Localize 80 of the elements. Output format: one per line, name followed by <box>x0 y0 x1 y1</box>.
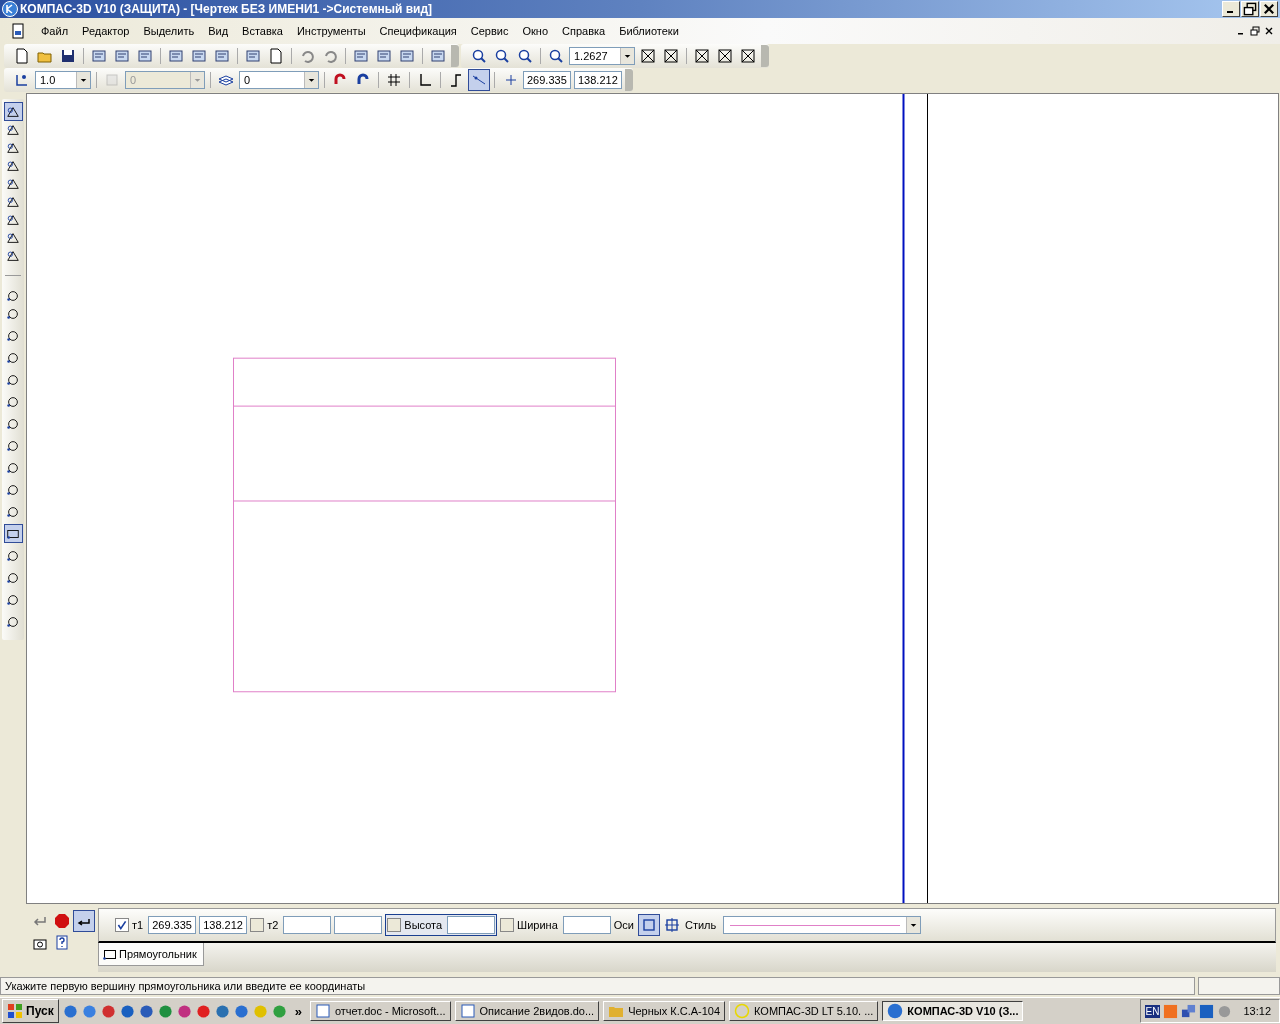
menu-item[interactable]: Инструменты <box>289 25 373 37</box>
quick-launch-icon[interactable] <box>100 1003 116 1019</box>
y-coordinate-field[interactable]: 138.212 <box>574 71 622 89</box>
width-field[interactable] <box>562 916 611 934</box>
taskbar-button[interactable]: Описание 2видов.do... <box>454 1001 600 1021</box>
view-field: 0 <box>125 71 205 89</box>
close-icon <box>1261 2 1277 16</box>
x-field[interactable]: 269.335 <box>148 916 197 934</box>
menu-item[interactable]: Вид <box>201 25 236 37</box>
quick-launch-icon[interactable] <box>157 1003 173 1019</box>
with-axes-icon[interactable] <box>662 915 682 935</box>
document-icon <box>314 1003 331 1019</box>
y-field[interactable] <box>334 916 383 934</box>
quick-launch-icon[interactable] <box>62 1003 78 1019</box>
y-field[interactable]: 138.212 <box>199 916 248 934</box>
snap-icon[interactable] <box>469 70 489 90</box>
menu-item[interactable]: Файл <box>34 25 76 37</box>
x-field[interactable] <box>283 916 332 934</box>
width-label: Ширина <box>517 919 558 931</box>
rectangle-icon[interactable] <box>4 525 22 542</box>
step-field[interactable]: 1.0 <box>35 71 91 89</box>
tray-icon[interactable] <box>1199 1003 1215 1019</box>
menu-item[interactable]: Окно <box>515 25 555 37</box>
minimize-icon <box>1227 11 1233 13</box>
taskbar-button[interactable]: КОМПАС-3D V10 (З... <box>882 1001 1024 1021</box>
restore-button[interactable] <box>1241 1 1259 17</box>
taskbar-button[interactable]: Черных К.С.А-104 <box>603 1001 726 1021</box>
quick-launch-icon[interactable] <box>176 1003 192 1019</box>
zoom-field[interactable]: 1.2627 <box>569 47 635 65</box>
point-2-checkbox[interactable] <box>250 918 265 932</box>
rectangle-icon <box>103 948 117 960</box>
height-label: Высота <box>404 919 443 931</box>
auto-create-icon[interactable] <box>74 911 94 931</box>
no-axes-icon[interactable] <box>639 915 659 935</box>
menu-item[interactable]: Справка <box>555 25 613 37</box>
height-checkbox[interactable] <box>387 918 402 932</box>
status-bar: Укажите первую вершину прямоугольника или введите ее координаты <box>0 977 1195 995</box>
stop-icon[interactable] <box>52 911 72 931</box>
close-button[interactable] <box>1260 1 1278 17</box>
window-title: КОМПАС-3D V10 (ЗАЩИТА) - [Чертеж БЕЗ ИМЕНИ1 ->Системный вид] <box>20 2 433 16</box>
menu-item[interactable]: Спецификация <box>372 25 464 37</box>
geometry-icon[interactable] <box>4 103 22 120</box>
network-icon[interactable] <box>1181 1003 1197 1019</box>
compass-logo-icon <box>2 1 18 17</box>
rectangle-tab[interactable]: Прямоугольник <box>98 943 204 966</box>
circle-logo-icon <box>734 1003 751 1019</box>
document-icon[interactable] <box>10 23 26 39</box>
height-field[interactable] <box>447 916 496 934</box>
quick-launch-icon[interactable] <box>138 1003 154 1019</box>
restore-icon <box>1242 2 1258 16</box>
quick-launch-icon[interactable] <box>214 1003 230 1019</box>
point-2-label: т2 <box>267 919 279 931</box>
minimize-button[interactable] <box>1222 1 1240 17</box>
taskbar-button[interactable]: КОМПАС-3D LT 5.10. ... <box>729 1001 879 1021</box>
menu-item[interactable]: Выделить <box>136 25 202 37</box>
restore-icon[interactable] <box>1250 26 1260 36</box>
menu-item[interactable]: Редактор <box>75 25 137 37</box>
more-button[interactable]: » <box>290 1003 306 1019</box>
layer-field[interactable]: 0 <box>239 71 319 89</box>
width-checkbox[interactable] <box>500 918 515 932</box>
document-icon <box>459 1003 476 1019</box>
quick-launch-icon[interactable] <box>119 1003 135 1019</box>
circle-logo-icon <box>887 1003 904 1019</box>
menu-item[interactable]: Библиотеки <box>612 25 686 37</box>
menu-item[interactable]: Вставка <box>235 25 290 37</box>
start-button[interactable]: Пуск <box>2 999 59 1023</box>
style-label: Стиль <box>685 919 717 931</box>
close-icon[interactable] <box>1264 26 1274 36</box>
point-1-checkbox[interactable] <box>115 918 129 932</box>
menu-item[interactable]: Сервис <box>463 25 516 37</box>
quick-launch-icon[interactable] <box>81 1003 97 1019</box>
quick-launch-icon[interactable] <box>195 1003 211 1019</box>
windows-logo-icon <box>7 1003 23 1019</box>
clock: 13:12 <box>1243 1005 1271 1017</box>
quick-launch-icon[interactable] <box>233 1003 249 1019</box>
axes-label: Оси <box>613 919 634 931</box>
taskbar-button[interactable]: отчет.doc - Microsoft... <box>309 1001 451 1021</box>
x-coordinate-field[interactable]: 269.335 <box>523 71 571 89</box>
language-indicator[interactable]: EN <box>1144 1004 1161 1018</box>
point-1-label: т1 <box>132 919 144 931</box>
